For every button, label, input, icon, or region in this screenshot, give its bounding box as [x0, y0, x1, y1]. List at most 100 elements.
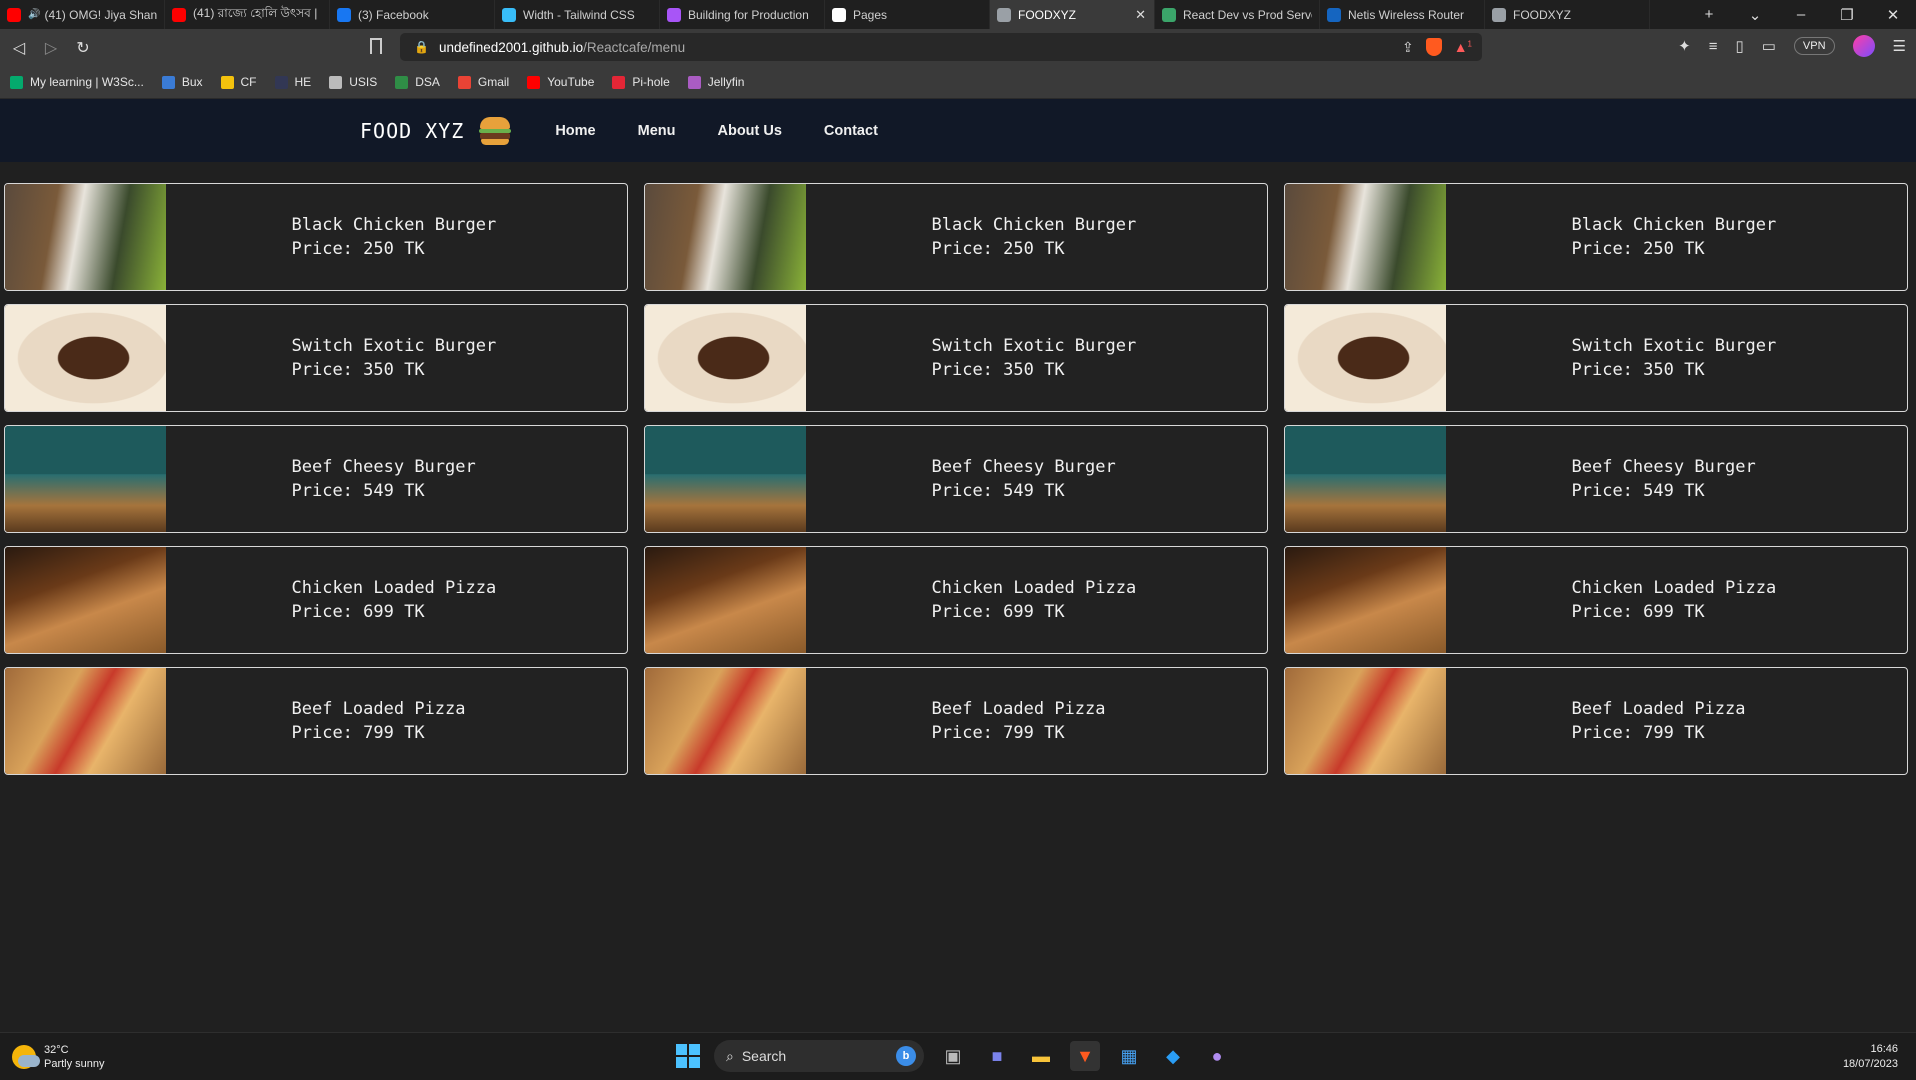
microsoft-store-icon[interactable]: ▦	[1114, 1041, 1144, 1071]
restore-icon[interactable]: ❐	[1824, 6, 1870, 24]
url-path: /Reactcafe/menu	[583, 39, 686, 55]
weather-widget[interactable]: 32°C Partly sunny	[12, 1043, 105, 1071]
address-bar-actions: ⇪ ▲1	[1402, 38, 1482, 56]
bookmark-item[interactable]: DSA	[395, 75, 440, 89]
menu-item-card[interactable]: Switch Exotic Burger Price: 350 TK	[1284, 304, 1908, 412]
menu-item-card[interactable]: Black Chicken Burger Price: 250 TK	[4, 183, 628, 291]
menu-item-info: Switch Exotic Burger Price: 350 TK	[1446, 334, 1907, 382]
menu-item-card[interactable]: Switch Exotic Burger Price: 350 TK	[644, 304, 1268, 412]
brave-rewards-icon[interactable]: ▲1	[1454, 39, 1472, 55]
weather-temp: 32°C	[44, 1044, 69, 1056]
bookmark-item[interactable]: Bux	[161, 75, 203, 89]
menu-item-info: Beef Cheesy Burger Price: 549 TK	[806, 455, 1267, 503]
nav-home-link[interactable]: Home	[555, 123, 595, 139]
codeforces-icon	[220, 75, 234, 89]
jellyfin-icon	[687, 75, 701, 89]
menu-item-card[interactable]: Beef Cheesy Burger Price: 549 TK	[644, 425, 1268, 533]
profile-avatar[interactable]	[1852, 35, 1875, 57]
menu-item-card[interactable]: Chicken Loaded Pizza Price: 699 TK	[644, 546, 1268, 654]
menu-item-card[interactable]: Beef Loaded Pizza Price: 799 TK	[4, 667, 628, 775]
bookmark-item[interactable]: Pi-hole	[612, 75, 670, 89]
menu-item-card[interactable]: Chicken Loaded Pizza Price: 699 TK	[1284, 546, 1908, 654]
browser-tab[interactable]: Width - Tailwind CSS	[495, 0, 660, 29]
menu-item-name: Beef Cheesy Burger	[291, 457, 476, 477]
clock-time: 16:46	[1870, 1043, 1898, 1055]
menu-item-card[interactable]: Black Chicken Burger Price: 250 TK	[644, 183, 1268, 291]
netis-icon	[1327, 7, 1341, 22]
nav-contact-link[interactable]: Contact	[824, 123, 878, 139]
task-view-icon[interactable]: ▣	[938, 1041, 968, 1071]
forward-icon[interactable]: ▷	[38, 38, 64, 58]
address-bar[interactable]: 🔒 undefined2001.github.io/Reactcafe/menu…	[400, 33, 1482, 61]
menu-item-card[interactable]: Beef Cheesy Burger Price: 549 TK	[1284, 425, 1908, 533]
playlist-icon[interactable]: ≡	[1709, 38, 1718, 55]
beef-cheesy-burger-image	[1285, 426, 1446, 532]
brave-browser-icon[interactable]: ▼	[1070, 1041, 1100, 1071]
bookmark-item[interactable]: CF	[220, 75, 257, 89]
browser-tab[interactable]: Pages	[825, 0, 990, 29]
share-icon[interactable]: ⇪	[1402, 39, 1414, 56]
github-desktop-icon[interactable]: ●	[1202, 1041, 1232, 1071]
system-clock[interactable]: 16:46 18/07/2023	[1843, 1042, 1898, 1072]
menu-icon[interactable]: ☰	[1893, 37, 1906, 55]
menu-item-card[interactable]: Beef Loaded Pizza Price: 799 TK	[644, 667, 1268, 775]
browser-tab[interactable]: React Dev vs Prod Serve	[1155, 0, 1320, 29]
menu-item-card[interactable]: Black Chicken Burger Price: 250 TK	[1284, 183, 1908, 291]
back-icon[interactable]: ◁	[6, 38, 32, 58]
bing-icon[interactable]: b	[896, 1046, 916, 1066]
bookmark-item[interactable]: My learning | W3Sc...	[10, 75, 144, 89]
stackoverflow-icon	[1162, 7, 1176, 22]
minimize-icon[interactable]: –	[1778, 6, 1824, 23]
browser-tab[interactable]: FOODXYZ	[1485, 0, 1650, 29]
browser-tab[interactable]: (3) Facebook	[330, 0, 495, 29]
bookmark-label: USIS	[349, 75, 378, 89]
beef-loaded-pizza-image	[1285, 668, 1446, 774]
brave-shields-icon[interactable]	[1425, 38, 1442, 56]
menu-item-card[interactable]: Chicken Loaded Pizza Price: 699 TK	[4, 546, 628, 654]
new-tab-icon[interactable]: +	[1686, 6, 1732, 23]
browser-tab[interactable]: (41) রাজ্যে হোলি উৎসব |	[165, 0, 330, 29]
tab-list-chevron-icon[interactable]: ⌄	[1732, 6, 1778, 24]
vscode-icon[interactable]: ◆	[1158, 1041, 1188, 1071]
menu-item-text: Switch Exotic Burger Price: 350 TK	[292, 334, 502, 382]
beef-cheesy-burger-image	[5, 426, 166, 532]
browser-tab[interactable]: 🔊 (41) OMG! Jiya Shan	[0, 0, 165, 29]
vpn-button[interactable]: VPN	[1793, 37, 1835, 55]
burger-logo-icon	[478, 116, 512, 145]
browser-tab[interactable]: Netis Wireless Router	[1320, 0, 1485, 29]
nav-menu-link[interactable]: Menu	[638, 123, 676, 139]
menu-item-info: Black Chicken Burger Price: 250 TK	[806, 213, 1267, 261]
bookmark-page-icon[interactable]	[370, 38, 382, 54]
bux-icon	[161, 75, 175, 89]
browser-tab[interactable]: Building for Production	[660, 0, 825, 29]
bookmark-item[interactable]: YouTube	[527, 75, 594, 89]
close-window-icon[interactable]: ✕	[1870, 6, 1916, 24]
site-logo[interactable]: FOOD XYZ	[360, 119, 464, 143]
bookmark-item[interactable]: USIS	[329, 75, 377, 89]
bookmark-item[interactable]: Gmail	[457, 75, 509, 89]
menu-item-card[interactable]: Switch Exotic Burger Price: 350 TK	[4, 304, 628, 412]
browser-tab[interactable]: FOODXYZ ✕	[990, 0, 1155, 29]
menu-item-card[interactable]: Beef Loaded Pizza Price: 799 TK	[1284, 667, 1908, 775]
search-placeholder: Search	[741, 1048, 787, 1064]
beef-cheesy-burger-image	[645, 426, 806, 532]
lock-icon[interactable]: 🔒	[414, 40, 429, 54]
taskbar-search[interactable]: ⌕ Search b	[714, 1040, 924, 1072]
audio-playing-icon[interactable]: 🔊	[28, 9, 40, 20]
menu-item-price: Price: 799 TK	[291, 723, 425, 743]
menu-item-price: Price: 250 TK	[291, 239, 425, 259]
bookmark-item[interactable]: Jellyfin	[687, 75, 744, 89]
bookmark-item[interactable]: HE	[274, 75, 311, 89]
sidebar-icon[interactable]: ▯	[1735, 37, 1743, 55]
reload-icon[interactable]: ↻	[70, 38, 96, 58]
teams-icon[interactable]: ■	[982, 1041, 1012, 1071]
file-explorer-icon[interactable]: ▬	[1026, 1041, 1056, 1071]
extensions-icon[interactable]: ✦	[1678, 37, 1691, 55]
nav-about-link[interactable]: About Us	[717, 123, 781, 139]
youtube-icon	[527, 75, 541, 89]
chicken-loaded-pizza-image	[1285, 547, 1446, 653]
menu-item-card[interactable]: Beef Cheesy Burger Price: 549 TK	[4, 425, 628, 533]
windows-start-icon[interactable]	[676, 1044, 700, 1068]
close-tab-icon[interactable]: ✕	[1135, 7, 1146, 23]
wallet-icon[interactable]: ▭	[1762, 37, 1776, 55]
